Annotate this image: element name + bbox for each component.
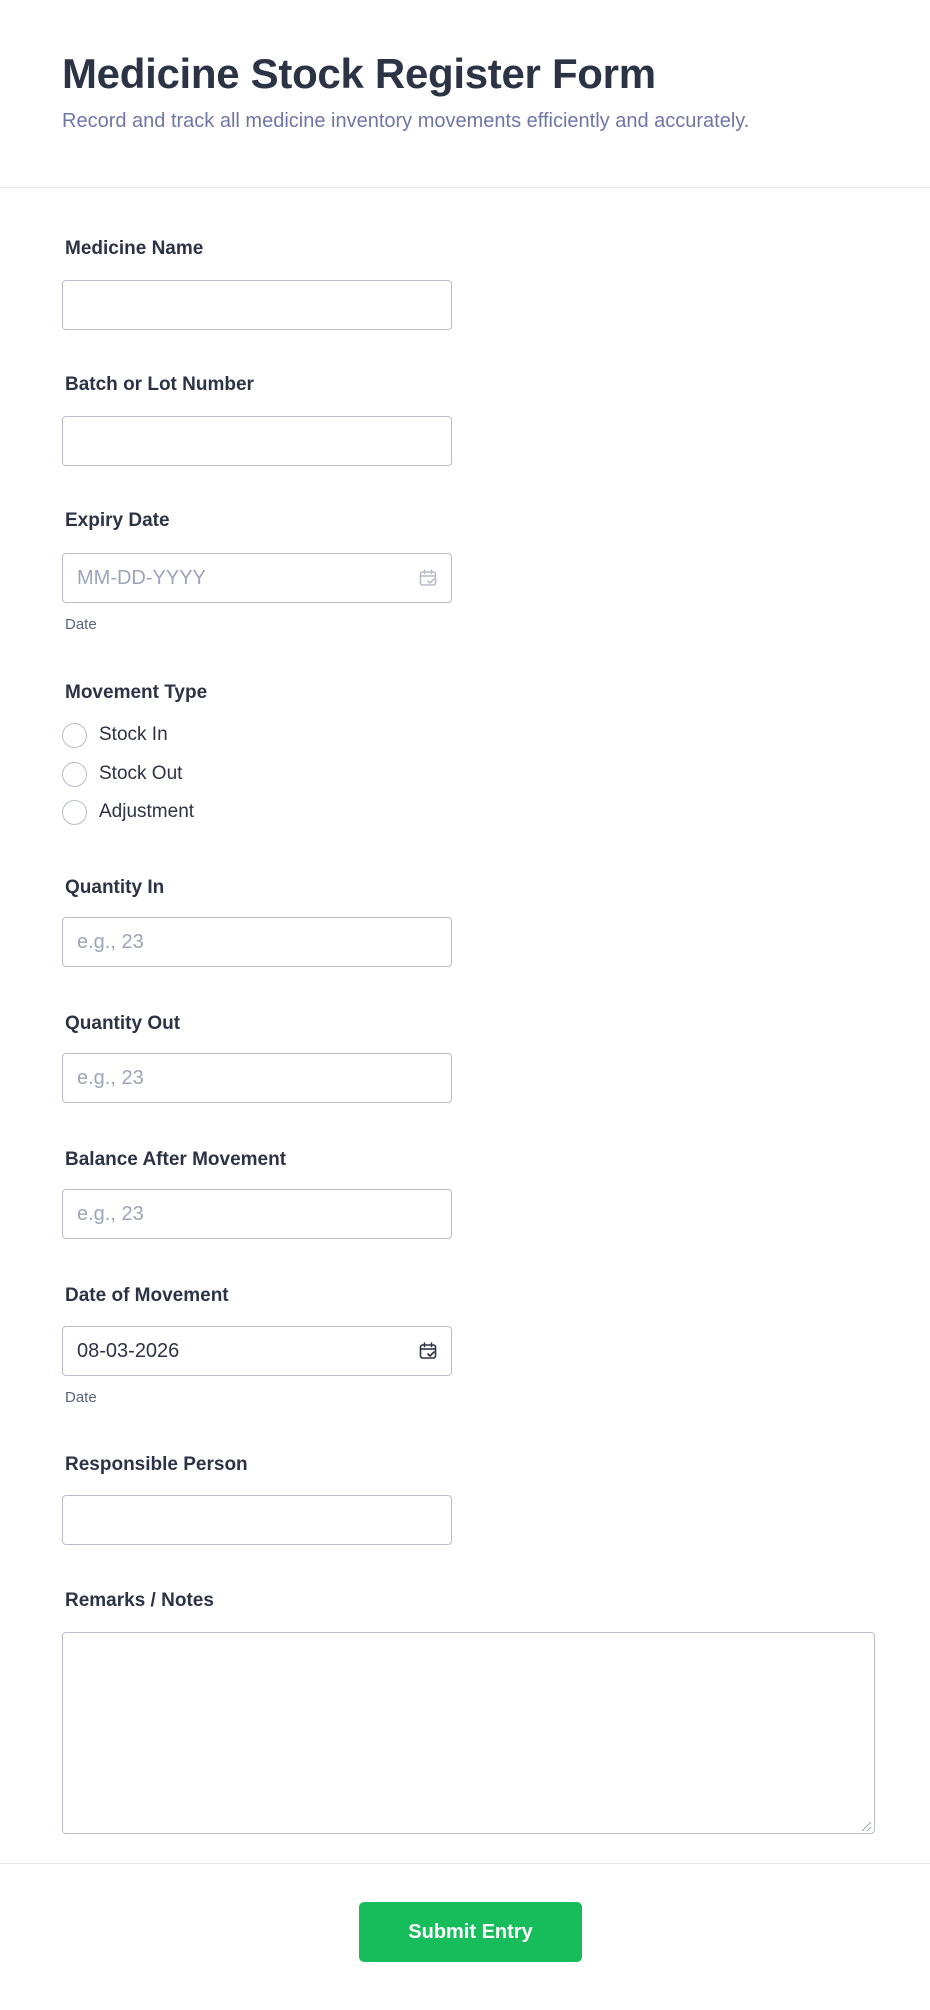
movement-date-input[interactable] [62,1326,452,1376]
radio-adjustment[interactable]: Adjustment [62,799,194,825]
balance-after-input[interactable] [62,1189,452,1239]
radio-stock-out[interactable]: Stock Out [62,761,182,787]
calendar-icon[interactable] [418,1341,438,1361]
form-page: Medicine Stock Register Form Record and … [0,0,930,2010]
calendar-icon[interactable] [418,568,438,588]
radio-label: Adjustment [99,801,195,822]
quantity-out-label: Quantity Out [65,1013,181,1034]
batch-number-label: Batch or Lot Number [65,374,254,395]
radio-label: Stock Out [99,763,183,784]
responsible-person-input[interactable] [62,1495,452,1545]
batch-number-input[interactable] [62,416,452,466]
quantity-in-label: Quantity In [65,877,165,898]
page-title: Medicine Stock Register Form [62,50,656,97]
radio-circle[interactable] [62,799,87,825]
remarks-label: Remarks / Notes [65,1590,214,1611]
radio-label: Stock In [99,724,168,745]
remarks-textarea[interactable] [62,1632,875,1834]
quantity-out-input[interactable] [62,1053,452,1103]
balance-after-label: Balance After Movement [65,1149,287,1170]
medicine-name-label: Medicine Name [65,238,204,259]
expiry-date-sublabel: Date [65,616,97,633]
movement-type-label: Movement Type [65,682,208,703]
quantity-in-input[interactable] [62,917,452,967]
movement-date-field [62,1326,452,1376]
resize-grip-icon[interactable] [860,1820,872,1832]
radio-stock-in[interactable]: Stock In [62,722,168,748]
page-subtitle: Record and track all medicine inventory … [62,110,750,132]
expiry-date-field [62,553,452,603]
submit-entry-button[interactable]: Submit Entry [359,1902,582,1962]
expiry-date-input[interactable] [62,553,452,603]
responsible-person-label: Responsible Person [65,1454,248,1475]
form-header: Medicine Stock Register Form Record and … [0,0,930,188]
radio-circle[interactable] [62,761,87,787]
expiry-date-label: Expiry Date [65,510,170,531]
movement-date-sublabel: Date [65,1389,97,1406]
radio-circle[interactable] [62,722,87,748]
movement-date-label: Date of Movement [65,1285,229,1306]
medicine-name-input[interactable] [62,280,452,330]
